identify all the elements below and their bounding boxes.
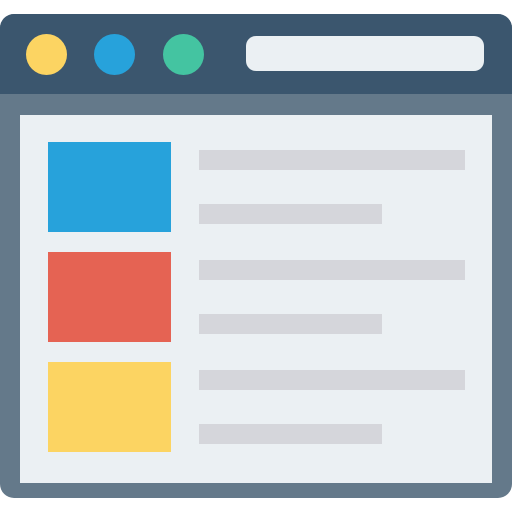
text-placeholder-line bbox=[199, 150, 465, 170]
list-item[interactable] bbox=[20, 362, 492, 452]
text-placeholder-line bbox=[199, 314, 382, 334]
thumbnail-image bbox=[48, 252, 171, 342]
content-area bbox=[20, 115, 492, 483]
thumbnail-image bbox=[48, 362, 171, 452]
list-item[interactable] bbox=[20, 252, 492, 342]
text-placeholder-line bbox=[199, 260, 465, 280]
list-item[interactable] bbox=[20, 142, 492, 232]
text-placeholder-line bbox=[199, 204, 382, 224]
maximize-button[interactable] bbox=[163, 34, 204, 75]
minimize-button[interactable] bbox=[94, 34, 135, 75]
address-bar[interactable] bbox=[246, 36, 484, 71]
thumbnail-image bbox=[48, 142, 171, 232]
text-placeholder-line bbox=[199, 424, 382, 444]
browser-window bbox=[0, 14, 512, 498]
close-button[interactable] bbox=[26, 34, 67, 75]
text-placeholder-line bbox=[199, 370, 465, 390]
title-bar bbox=[0, 14, 512, 94]
